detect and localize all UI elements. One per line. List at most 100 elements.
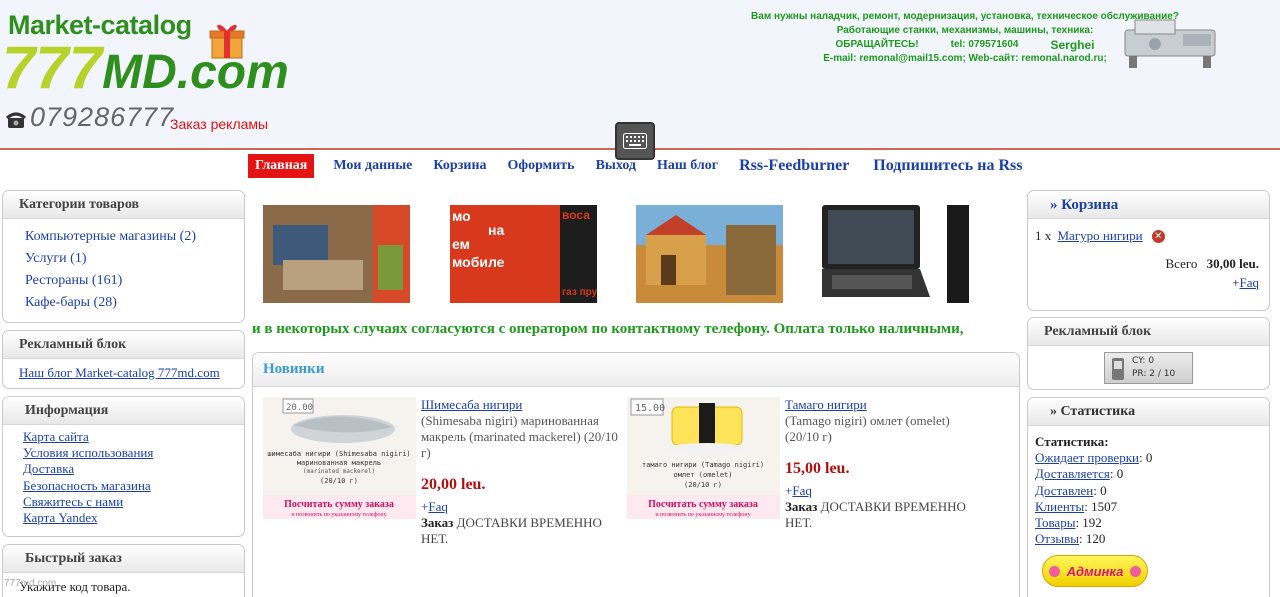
banner-side-text: воса [562,208,590,222]
product-image-banner: Посчитать сумму заказа [648,499,758,510]
stat-link-products[interactable]: Товары [1035,515,1075,530]
product-image-banner2: и позвонить по указанному телефону [291,511,386,518]
product-image-price: 20.00 [286,403,313,413]
info-link-contact[interactable]: Свяжитесь с нами [23,494,123,509]
product-title[interactable]: Тамаго нигири [785,397,985,413]
product-title[interactable]: Шимесаба нигири [421,397,621,413]
info-link-sitemap[interactable]: Карта сайта [23,429,89,444]
banner-word: мо [452,208,471,224]
new-products-title: Новинки [253,353,1019,387]
stat-link-clients[interactable]: Клиенты [1035,499,1084,514]
product-image-name: тамаго нигири (Tamago nigiri) [642,461,764,469]
faq-link[interactable]: Faq [1240,275,1260,290]
product-faq[interactable]: +Faq [785,483,985,499]
product-image-desc: омлет (omelet) [673,471,732,479]
faq-link[interactable]: Faq [428,499,448,514]
ad-block-left: Рекламный блок Наш блог Market-catalog 7… [2,330,245,389]
quick-order-title: Быстрый заказ [3,545,244,573]
banner-word: мобиле [452,254,505,270]
banner-laptop[interactable] [822,205,969,303]
banner-word: на [488,222,504,238]
nav-my-data[interactable]: Мои данные [333,158,412,174]
phone-number[interactable]: 079286777 [30,102,174,133]
cart-line: 1 x Магуро нигири ✕ [1028,219,1269,244]
product-order: Заказ ДОСТАВКИ ВРЕМЕННО НЕТ. [421,515,602,546]
faq-link[interactable]: Faq [792,483,812,498]
cart-title[interactable]: » Корзина [1028,191,1269,219]
info-title: Информация [3,397,244,425]
ad-block-title: Рекламный блок [3,331,244,359]
product-desc: (Shimesaba nigiri) маринованная макрель … [421,413,618,460]
stat-value: : 192 [1075,515,1102,531]
order-label: Заказ [785,499,818,514]
ad-order-link[interactable]: Заказ рекламы [170,116,268,132]
admin-button[interactable]: Админка [1042,555,1148,587]
promo-call: ОБРАЩАЙТЕСЬ! [835,39,919,50]
product-price: 15,00 leu. [785,460,850,477]
info-link-yandex-map[interactable]: Карта Yandex [23,510,98,525]
gift-icon [209,24,245,59]
category-item[interactable]: Рестораны (161) [3,270,244,292]
stat-row: Доставлен: 0 [1035,483,1269,499]
product-image-desc: маринованная макрель [297,459,381,467]
category-item[interactable]: Компьютерные магазины (2) [3,226,244,248]
cart-box: » Корзина 1 x Магуро нигири ✕ Всего 30,0… [1027,190,1270,311]
product-image-tamago[interactable]: 15.00 тамаго нигири (Tamago nigiri) омле… [627,397,780,519]
ad-block-right: Рекламный блок CY: 0 PR: 2 / 10 [1027,317,1270,390]
cart-total: Всего 30,00 leu. [1028,244,1269,272]
cart-item-link[interactable]: Магуро нигири [1058,228,1143,243]
product-image-shimesaba[interactable]: 20.00 шимесаба нигири (Shimesaba nigiri)… [263,397,416,519]
statistics-list: Статистика: Ожидает проверки: 0 Доставля… [1028,426,1269,547]
phone-icon [1112,358,1124,380]
stat-row: Доставляется: 0 [1035,466,1269,482]
nav-subscribe-rss[interactable]: Подпишитесь на Rss [873,157,1022,175]
nav-blog[interactable]: Наш блог [657,158,718,174]
nav-cart[interactable]: Корзина [433,158,486,174]
info-link-security[interactable]: Безопасность магазина [23,478,151,493]
banner-word: ем [452,236,470,252]
info-link-delivery[interactable]: Доставка [23,461,74,476]
cart-total-value: 30,00 leu. [1206,256,1259,271]
main-nav: Главная Мои данные Корзина Оформить Выхо… [248,153,1046,178]
product-faq[interactable]: +Faq [421,499,621,515]
statistics-title: » Статистика [1028,398,1269,426]
product-image-weight: (20/10 г) [320,477,358,485]
phone-icon [6,112,26,128]
product-desc: (Tamago nigiri) омлет (omelet) (20/10 г) [785,413,950,444]
product-price: 20,00 leu. [421,476,486,493]
pr-value: PR: 2 / 10 [1132,369,1176,379]
banner-workshop[interactable] [263,205,410,303]
category-item[interactable]: Кафе-бары (28) [3,292,244,314]
yandex-counter[interactable]: CY: 0 PR: 2 / 10 [1104,352,1193,384]
nav-rss-feedburner[interactable]: Rss-Feedburner [739,157,849,175]
banner-cafe[interactable] [636,205,783,303]
nav-home[interactable]: Главная [248,153,315,178]
machine-image [1124,19,1216,68]
category-item[interactable]: Услуги (1) [3,248,244,270]
stat-value: : 0 [1109,466,1124,482]
stat-link-delivering[interactable]: Доставляется [1035,466,1110,481]
nav-logout[interactable]: Выход [596,158,636,174]
statistics-heading: Статистика: [1035,434,1109,449]
blog-link[interactable]: Наш блог Market-catalog 777md.com [19,365,220,380]
stat-value: : 120 [1078,531,1106,547]
stat-row: Отзывы: 120 [1035,531,1269,547]
banner-mobile[interactable]: мо на ем мобиле воса газ прун [450,205,597,303]
stat-row: Товары: 192 [1035,515,1269,531]
categories-box: Категории товаров Компьютерные магазины … [2,190,245,323]
stat-link-reviews[interactable]: Отзывы [1035,531,1079,546]
product-image-price: 15.00 [635,403,665,414]
cart-qty: 1 x [1035,228,1052,243]
remove-icon[interactable]: ✕ [1151,230,1165,243]
stat-link-pending[interactable]: Ожидает проверки [1035,450,1139,465]
info-link-terms[interactable]: Условия использования [23,445,153,460]
product-order: Заказ ДОСТАВКИ ВРЕМЕННО НЕТ. [785,499,966,530]
news-ticker: и в некоторых случаях согласуются с опер… [252,321,964,337]
stat-link-delivered[interactable]: Доставлен [1035,483,1093,498]
nav-checkout[interactable]: Оформить [508,158,575,174]
categories-title: Категории товаров [3,191,244,219]
stat-value: : 1507 [1084,498,1118,514]
cart-total-label: Всего [1165,256,1198,271]
promo-name: Serghei [1050,38,1095,52]
cart-faq[interactable]: +Faq [1028,272,1269,291]
